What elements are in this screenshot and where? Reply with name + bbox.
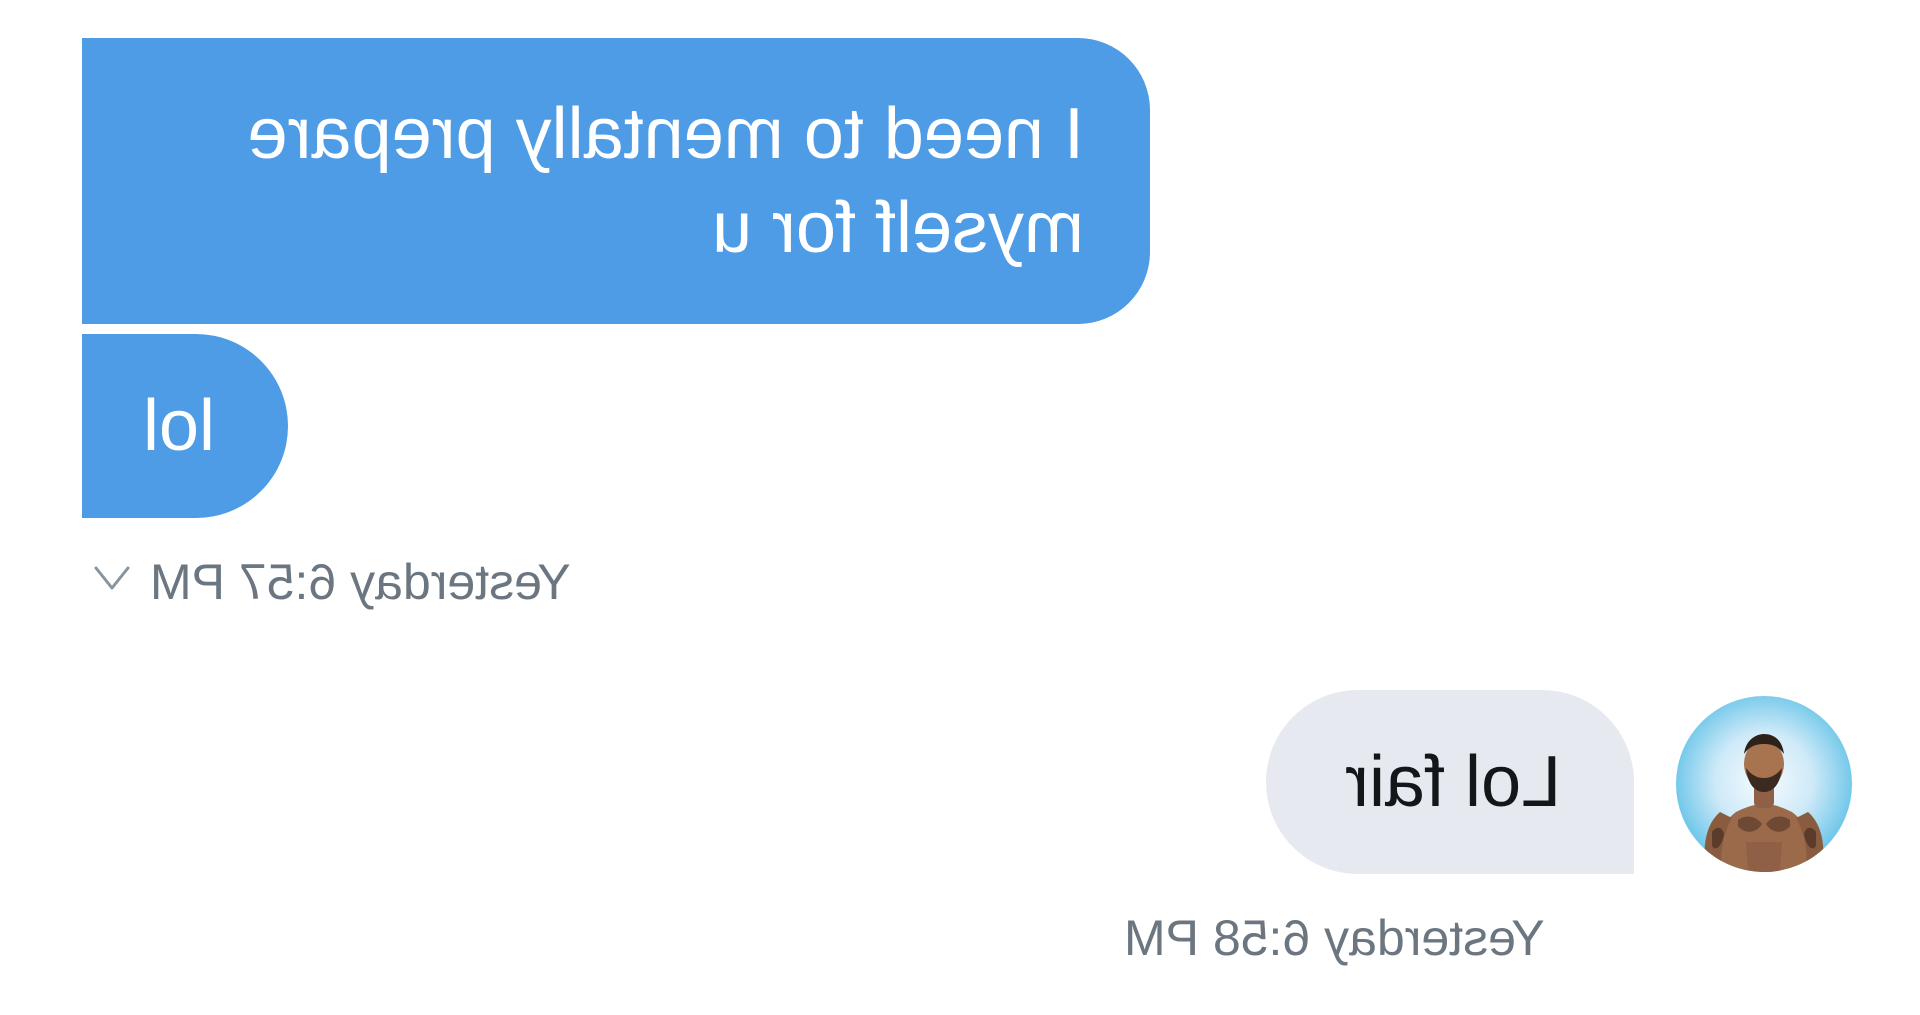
message-timestamp: Yesterday 6:58 PM (1124, 910, 1545, 966)
message-timestamp: Yesterday 6:57 PM (150, 554, 571, 610)
chevron-down-icon[interactable] (92, 558, 132, 598)
message-text: lol (142, 386, 216, 466)
message-text: I need to mentally prepare myself for u (247, 94, 1084, 268)
message-bubble-incoming[interactable]: I need to mentally prepare myself for u (82, 38, 1150, 324)
user-avatar-icon (1704, 734, 1824, 872)
message-bubble-outgoing[interactable]: Lol fair (1266, 690, 1634, 874)
message-bubble-incoming[interactable]: lol (82, 334, 288, 518)
avatar[interactable] (1676, 696, 1852, 872)
message-text: Lol fair (1344, 742, 1562, 822)
